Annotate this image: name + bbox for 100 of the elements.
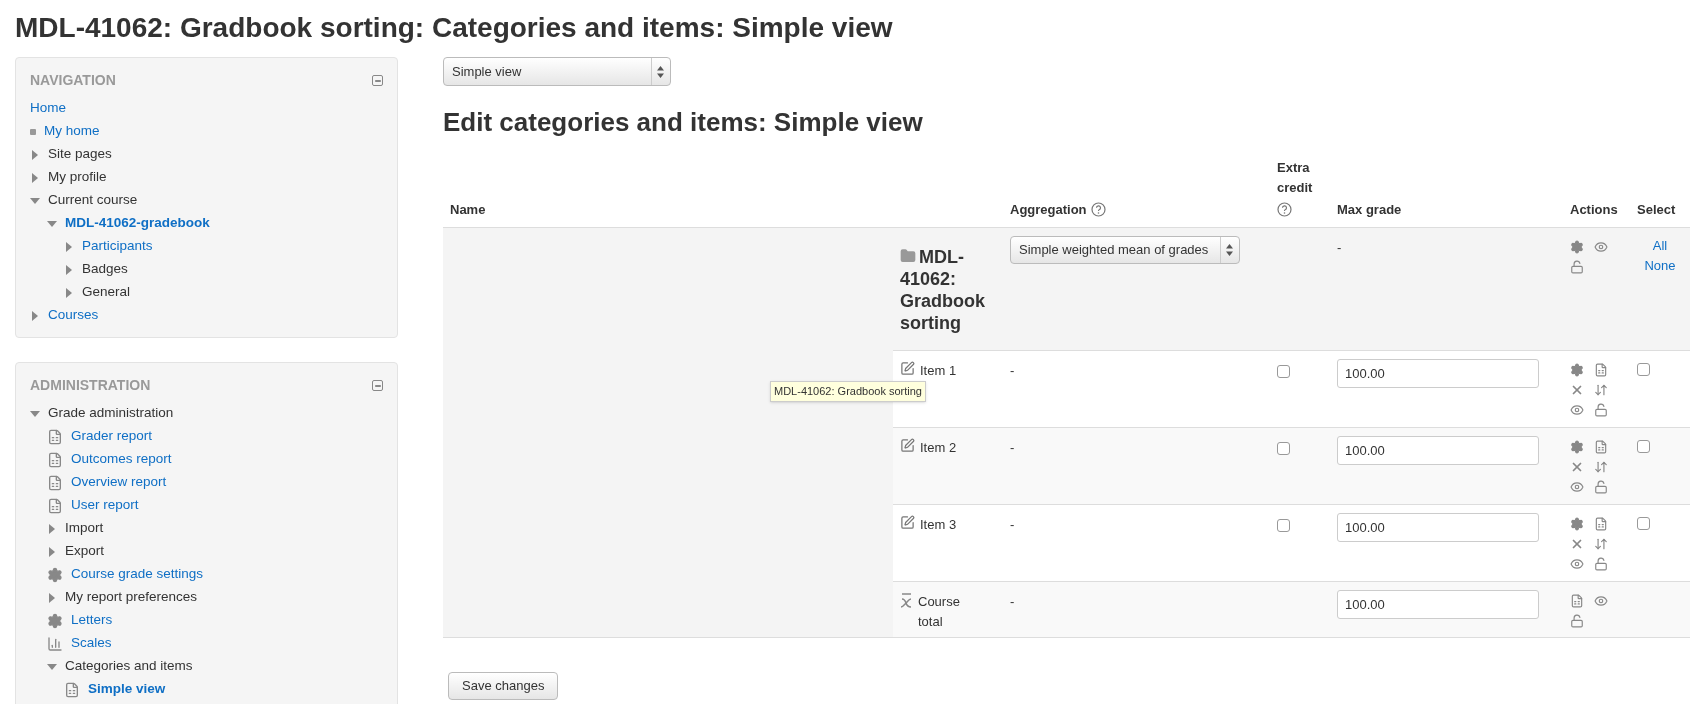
checkbox[interactable] — [1637, 517, 1650, 530]
nav-item[interactable]: Site pages — [48, 144, 112, 165]
expanded-arrow-icon[interactable] — [30, 410, 40, 417]
unlocked-icon[interactable] — [1594, 480, 1608, 494]
nav-link[interactable]: MDL-41062-gradebook — [65, 213, 210, 234]
report-icon — [47, 428, 63, 445]
delete-icon[interactable] — [1570, 537, 1584, 551]
move-icon[interactable] — [1594, 383, 1608, 397]
nav-item[interactable]: My profile — [48, 167, 107, 188]
settings-icon[interactable] — [1570, 240, 1584, 254]
eye-icon[interactable] — [1570, 557, 1584, 571]
checkbox[interactable] — [1637, 363, 1650, 376]
eye-icon[interactable] — [1594, 240, 1608, 254]
report-icon — [64, 681, 80, 698]
settings-icon[interactable] — [1570, 440, 1584, 454]
nav-link[interactable]: Courses — [48, 305, 99, 326]
delete-icon[interactable] — [1570, 383, 1584, 397]
eye-icon[interactable] — [1594, 594, 1608, 608]
move-icon[interactable] — [1594, 537, 1608, 551]
collapsed-arrow-icon[interactable] — [32, 310, 38, 321]
nav-link[interactable]: Overview report — [71, 472, 167, 493]
nav-link[interactable]: Home — [30, 98, 66, 119]
nav-item[interactable]: Export — [65, 541, 105, 562]
collapsed-arrow-icon[interactable] — [32, 172, 38, 183]
aggregation-select[interactable]: Simple weighted mean of grades — [1010, 236, 1240, 264]
report-icon — [47, 451, 63, 468]
help-icon[interactable] — [1090, 202, 1106, 217]
collapsed-arrow-icon[interactable] — [49, 592, 55, 603]
expanded-arrow-icon[interactable] — [47, 663, 57, 670]
unlocked-icon[interactable] — [1594, 403, 1608, 417]
sheet-icon[interactable] — [1594, 440, 1608, 454]
checkbox[interactable] — [1277, 519, 1290, 532]
max-grade-field[interactable]: 100.00 — [1337, 513, 1539, 542]
eye-icon[interactable] — [1570, 403, 1584, 417]
select-link[interactable]: None — [1644, 256, 1676, 276]
view-select[interactable]: Simple view — [443, 57, 671, 86]
collapsed-arrow-icon[interactable] — [66, 241, 72, 252]
nav-link[interactable]: Outcomes report — [71, 449, 172, 470]
nav-link[interactable]: Course grade settings — [71, 564, 204, 585]
move-icon[interactable] — [1594, 460, 1608, 474]
nav-item[interactable]: Badges — [82, 259, 128, 280]
edit-item-icon — [900, 515, 915, 530]
max-grade-field[interactable]: 100.00 — [1337, 590, 1539, 619]
eye-icon[interactable] — [1570, 480, 1584, 494]
stepper-arrows-icon — [657, 65, 664, 78]
collapsed-arrow-icon[interactable] — [49, 546, 55, 557]
select-link[interactable]: All — [1652, 236, 1668, 256]
nav-item[interactable]: Import — [65, 518, 104, 539]
item-name: Item 3 — [920, 516, 957, 534]
nav-item[interactable]: Grade administration — [48, 403, 174, 424]
report-icon — [47, 497, 63, 514]
nav-link[interactable]: Letters — [71, 610, 113, 631]
report-icon — [47, 474, 63, 491]
block-title: NAVIGATION — [30, 71, 116, 90]
checkbox[interactable] — [1277, 442, 1290, 455]
collapsed-arrow-icon[interactable] — [66, 287, 72, 298]
sheet-icon[interactable] — [1594, 363, 1608, 377]
collapsed-arrow-icon[interactable] — [66, 264, 72, 275]
nav-link[interactable]: My home — [44, 121, 100, 142]
gear-icon — [47, 612, 63, 629]
nav-link[interactable]: Scales — [71, 633, 112, 654]
collapse-icon[interactable] — [372, 380, 383, 391]
settings-icon[interactable] — [1570, 363, 1584, 377]
checkbox[interactable] — [1637, 440, 1650, 453]
unlocked-icon[interactable] — [1594, 557, 1608, 571]
total-name: Course total — [918, 593, 961, 631]
expanded-arrow-icon[interactable] — [30, 197, 40, 204]
sheet-icon[interactable] — [1570, 594, 1584, 608]
max-grade-field[interactable]: 100.00 — [1337, 436, 1539, 465]
nav-item[interactable]: Current course — [48, 190, 138, 211]
nav-item[interactable]: My report preferences — [65, 587, 198, 608]
page-title: MDL-41062: Gradbook sorting: Categories and items: Simple view — [15, 11, 893, 45]
nav-link[interactable]: Simple view — [88, 679, 166, 700]
delete-icon[interactable] — [1570, 460, 1584, 474]
checkbox[interactable] — [1277, 365, 1290, 378]
column-header: Extra credit — [1277, 159, 1314, 197]
nav-item[interactable]: Categories and items — [65, 656, 193, 677]
mean-symbol-icon — [900, 592, 913, 609]
nav-link[interactable]: User report — [71, 495, 139, 516]
help-icon[interactable] — [1277, 202, 1292, 217]
nav-item[interactable]: General — [82, 282, 131, 303]
sheet-icon[interactable] — [1594, 517, 1608, 531]
item-name: Item 1 — [920, 362, 957, 380]
max-grade-field[interactable]: 100.00 — [1337, 359, 1539, 388]
collapsed-arrow-icon[interactable] — [32, 149, 38, 160]
column-header: Name — [450, 201, 486, 219]
save-changes-button[interactable]: Save changes — [448, 672, 559, 700]
nav-link[interactable]: Grader report — [71, 426, 153, 447]
stepper-arrows-icon — [1226, 244, 1233, 256]
unlocked-icon[interactable] — [1570, 614, 1584, 628]
settings-icon[interactable] — [1570, 517, 1584, 531]
nav-link[interactable]: Participants — [82, 236, 153, 257]
bullet-icon — [30, 128, 36, 135]
column-header: Max grade — [1337, 201, 1402, 219]
category-name: MDL-41062: Gradbook sorting — [900, 246, 986, 334]
collapse-icon[interactable] — [372, 75, 383, 86]
unlocked-icon[interactable] — [1570, 260, 1584, 274]
expanded-arrow-icon[interactable] — [47, 220, 57, 227]
column-header: Select — [1637, 201, 1676, 219]
collapsed-arrow-icon[interactable] — [49, 523, 55, 534]
